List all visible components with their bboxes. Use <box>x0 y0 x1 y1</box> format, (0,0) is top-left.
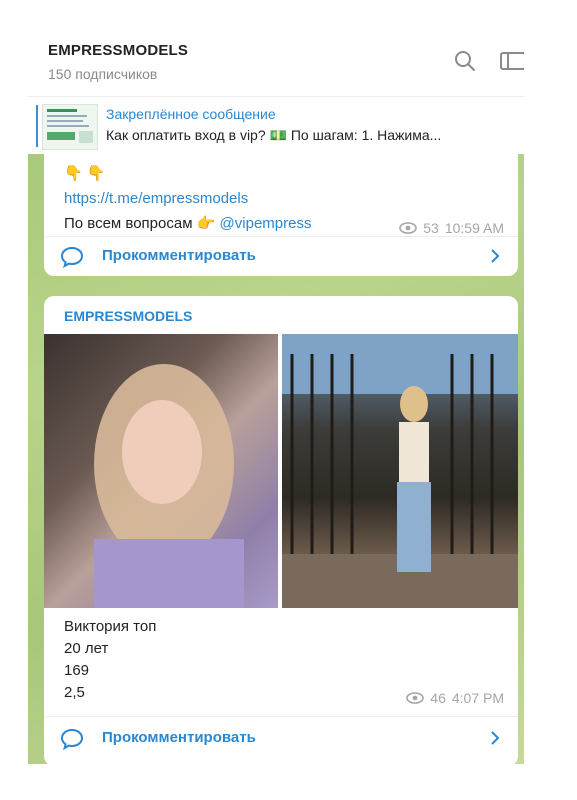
pinned-title: Закреплённое сообщение <box>106 106 276 122</box>
chat-header[interactable]: EMPRESSMODELS 150 подписчиков <box>28 26 524 96</box>
comment-bubble-icon <box>60 246 84 268</box>
comment-button[interactable]: Прокомментировать <box>44 236 518 276</box>
channel-title[interactable]: EMPRESSMODELS <box>48 42 188 59</box>
comment-label: Прокомментировать <box>102 247 256 264</box>
message-meta: 53 10:59 AM <box>399 220 504 236</box>
chat-window: EMPRESSMODELS 150 подписчиков Закреплённ… <box>28 26 524 764</box>
subscriber-count: 150 подписчиков <box>48 66 158 82</box>
pinned-message-bar[interactable]: Закреплённое сообщение Как оплатить вход… <box>28 96 524 156</box>
caption-line: 2,5 <box>64 684 85 701</box>
message-time: 10:59 AM <box>444 220 504 236</box>
message-sender[interactable]: EMPRESSMODELS <box>64 308 192 324</box>
divider <box>44 716 518 717</box>
channel-link[interactable]: https://t.me/empressmodels <box>64 190 248 207</box>
view-count: 46 <box>430 690 446 706</box>
views-icon <box>399 222 418 234</box>
caption-line: 169 <box>64 662 90 679</box>
message-list[interactable]: 👇👇 https://t.me/empressmodels По всем во… <box>28 154 524 764</box>
search-icon[interactable] <box>452 48 478 74</box>
chevron-right-icon <box>491 731 500 745</box>
caption-line: 20 лет <box>64 640 109 657</box>
comment-label: Прокомментировать <box>102 729 256 746</box>
views-icon <box>406 692 425 704</box>
panel-icon[interactable] <box>498 48 524 74</box>
message-text-prefix: По всем вопросам 👉 <box>64 215 216 232</box>
comment-bubble-icon <box>60 728 84 750</box>
pinned-indicator <box>36 105 38 147</box>
message-bubble[interactable]: EMPRESSMODELS Виктория топ 20 лет 169 2,… <box>44 296 518 764</box>
chevron-right-icon <box>491 249 500 263</box>
mention-link[interactable]: @vipempress <box>220 215 312 232</box>
message-meta: 46 4:07 PM <box>406 690 504 706</box>
pointing-down-emoji: 👇👇 <box>64 165 110 182</box>
caption-line: Виктория топ <box>64 618 157 635</box>
message-time: 4:07 PM <box>451 690 504 706</box>
photo-fullbody[interactable] <box>282 334 518 608</box>
message-bubble[interactable]: 👇👇 https://t.me/empressmodels По всем во… <box>44 154 518 276</box>
message-text: По всем вопросам 👉 @vipempress <box>64 214 311 232</box>
pinned-preview: Как оплатить вход в vip? 💵 По шагам: 1. … <box>106 127 442 143</box>
pinned-thumbnail <box>42 104 98 150</box>
comment-button[interactable]: Прокомментировать <box>44 718 518 758</box>
view-count: 53 <box>423 220 439 236</box>
photo-portrait[interactable] <box>44 334 278 608</box>
